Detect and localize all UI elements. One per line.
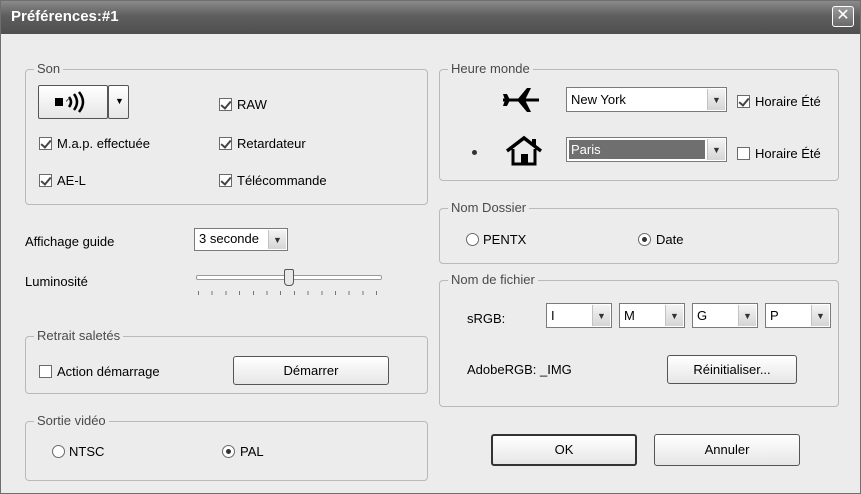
city-value-paris: Paris <box>569 140 705 159</box>
chevron-down-icon: ▼ <box>115 96 124 106</box>
chevron-down-icon: ▼ <box>707 89 725 110</box>
radio-ntsc-label: NTSC <box>69 444 105 459</box>
char-select-1[interactable]: I ▼ <box>546 303 612 328</box>
srgb-label: sRGB: <box>467 311 506 326</box>
checkbox-dst-paris-label: Horaire Été <box>755 146 821 161</box>
title-bar: Préférences:#1 ✕ <box>1 1 860 34</box>
city-select-new-york[interactable]: New York ▼ <box>566 87 727 112</box>
chevron-down-icon: ▼ <box>665 305 683 326</box>
affichage-guide-label: Affichage guide <box>25 234 115 249</box>
radio-ntsc[interactable] <box>52 445 65 458</box>
cancel-button-label: Annuler <box>704 442 750 457</box>
ok-button-label: OK <box>554 442 574 457</box>
speaker-icon <box>55 91 85 113</box>
demarrer-button-label: Démarrer <box>283 363 339 378</box>
close-icon: ✕ <box>836 7 850 24</box>
checkbox-ael-label: AE-L <box>57 173 86 188</box>
checkbox-dst-new-york[interactable] <box>737 95 750 108</box>
city-value-new-york: New York <box>571 92 626 107</box>
char-value-4: P <box>770 308 779 323</box>
adobergb-label: AdobeRGB: _IMG <box>467 362 572 377</box>
city-select-paris[interactable]: Paris ▼ <box>566 137 727 162</box>
affichage-guide-select[interactable]: 3 seconde ▼ <box>194 228 288 251</box>
checkbox-action-demarrage-label: Action démarrage <box>57 364 160 379</box>
cancel-button[interactable]: Annuler <box>654 434 800 466</box>
nom-fichier-group: Nom de fichier <box>439 272 839 407</box>
radio-pal[interactable] <box>222 445 235 458</box>
checkbox-map-label: M.a.p. effectuée <box>57 136 150 151</box>
radio-pentx[interactable] <box>466 233 479 246</box>
checkbox-raw-label: RAW <box>237 97 267 112</box>
char-select-2[interactable]: M ▼ <box>619 303 685 328</box>
preferences-dialog: Préférences:#1 ✕ Son ▼ RAW M.a.p. effect… <box>0 0 861 494</box>
checkbox-dst-paris[interactable] <box>737 147 750 160</box>
checkbox-dst-new-york-label: Horaire Été <box>755 94 821 109</box>
chevron-down-icon: ▼ <box>738 305 756 326</box>
luminosite-slider[interactable] <box>196 267 382 297</box>
char-select-4[interactable]: P ▼ <box>765 303 831 328</box>
char-select-3[interactable]: G ▼ <box>692 303 758 328</box>
char-value-3: G <box>697 308 708 323</box>
retrait-group-label: Retrait saletés <box>34 328 124 343</box>
slider-ticks <box>198 291 378 295</box>
chevron-down-icon: ▼ <box>707 139 725 160</box>
heure-monde-group-label: Heure monde <box>448 61 533 76</box>
window-title: Préférences:#1 <box>11 8 119 25</box>
nom-fichier-group-label: Nom de fichier <box>448 272 538 287</box>
home-icon <box>505 135 543 166</box>
checkbox-action-demarrage[interactable] <box>39 365 52 378</box>
luminosite-label: Luminosité <box>25 274 88 289</box>
close-button[interactable]: ✕ <box>832 6 854 27</box>
checkbox-telecommande-label: Télécommande <box>237 173 327 188</box>
ok-button[interactable]: OK <box>491 434 637 466</box>
sound-dropdown-button[interactable]: ▼ <box>108 85 129 119</box>
chevron-down-icon: ▼ <box>811 305 829 326</box>
sound-button[interactable] <box>38 85 108 119</box>
son-group-label: Son <box>34 61 64 76</box>
checkbox-ael[interactable] <box>39 174 52 187</box>
checkbox-raw[interactable] <box>219 98 232 111</box>
radio-pentx-label: PENTX <box>483 232 527 247</box>
video-group-label: Sortie vidéo <box>34 413 109 428</box>
demarrer-button[interactable]: Démarrer <box>233 356 389 385</box>
radio-new-york[interactable] <box>468 94 481 107</box>
char-value-2: M <box>624 308 635 323</box>
radio-pal-label: PAL <box>240 444 264 459</box>
nom-dossier-group-label: Nom Dossier <box>448 200 530 215</box>
radio-date-label: Date <box>656 232 684 247</box>
checkbox-retardateur-label: Retardateur <box>237 136 306 151</box>
affichage-guide-value: 3 seconde <box>199 231 259 246</box>
char-value-1: I <box>551 308 555 323</box>
radio-date[interactable] <box>638 233 651 246</box>
radio-paris[interactable] <box>468 146 481 159</box>
checkbox-map[interactable] <box>39 137 52 150</box>
checkbox-telecommande[interactable] <box>219 174 232 187</box>
slider-thumb[interactable] <box>284 269 294 286</box>
heure-monde-group: Heure monde <box>439 61 839 181</box>
chevron-down-icon: ▼ <box>592 305 610 326</box>
reinitialiser-button[interactable]: Réinitialiser... <box>667 355 797 384</box>
airplane-icon <box>503 88 539 112</box>
chevron-down-icon: ▼ <box>268 230 286 249</box>
checkbox-retardateur[interactable] <box>219 137 232 150</box>
reinitialiser-button-label: Réinitialiser... <box>693 362 771 377</box>
